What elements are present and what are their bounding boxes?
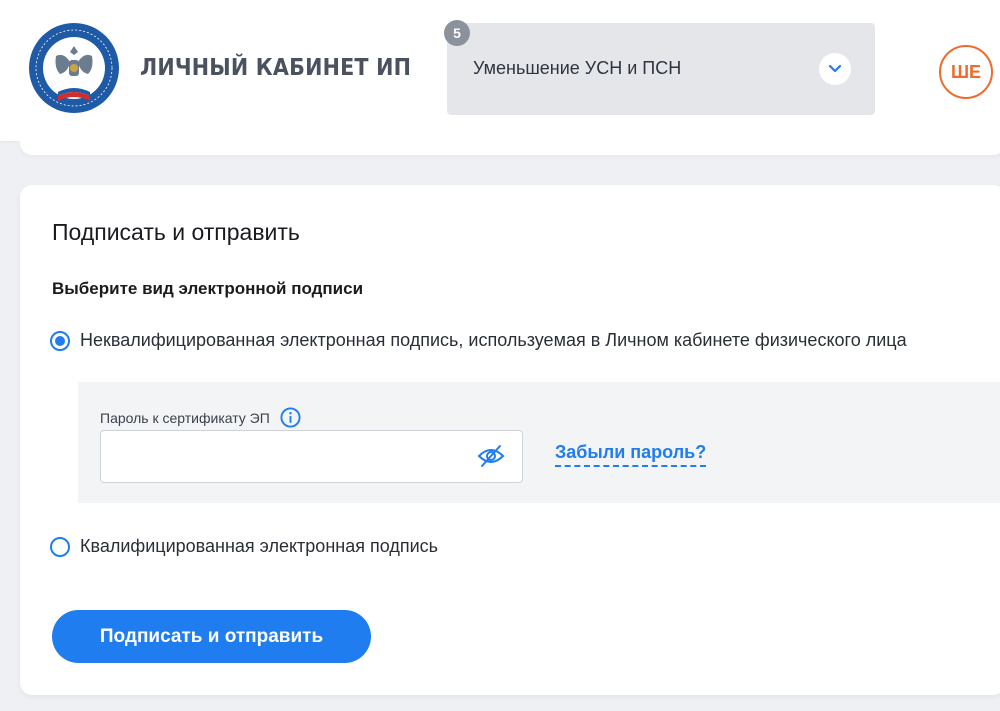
sign-and-send-card: Подписать и отправить Выберите вид элект… [20,185,1000,695]
password-panel: Пароль к сертификату ЭП Забыли пароль? [78,382,1000,503]
fns-emblem-icon[interactable] [28,22,120,114]
info-icon[interactable] [280,407,301,428]
card-title: Подписать и отправить [52,219,300,245]
password-field-label-row: Пароль к сертификату ЭП [100,407,301,428]
signature-type-label: Выберите вид электронной подписи [52,279,364,298]
chevron-down-icon[interactable] [819,53,851,85]
user-avatar[interactable]: ШЕ [939,45,993,99]
password-input[interactable] [101,431,461,482]
service-select-value: Уменьшение УСН и ПСН [473,58,682,78]
service-select[interactable]: 5 Уменьшение УСН и ПСН [444,20,875,115]
password-field[interactable] [100,430,523,483]
app-header: ЛИЧНЫЙ КАБИНЕТ ИП 5 Уменьшение УСН и ПСН… [0,0,1000,141]
previous-card-edge [20,141,1000,155]
step-badge: 5 [444,20,470,46]
radio-unqualified-signature[interactable]: Неквалифицированная электронная подпись,… [50,330,907,351]
radio-label: Неквалифицированная электронная подпись,… [80,330,907,350]
sign-and-send-button[interactable]: Подписать и отправить [52,610,371,663]
radio-button-unchecked[interactable] [50,536,70,557]
cabinet-title: ЛИЧНЫЙ КАБИНЕТ ИП [140,55,412,81]
eye-off-icon[interactable] [477,444,505,468]
radio-button-checked[interactable] [50,330,70,351]
radio-qualified-signature[interactable]: Квалифицированная электронная подпись [50,536,438,557]
forgot-password-link[interactable]: Забыли пароль? [555,442,707,467]
radio-label: Квалифицированная электронная подпись [80,536,439,556]
password-field-label: Пароль к сертификату ЭП [100,409,270,426]
